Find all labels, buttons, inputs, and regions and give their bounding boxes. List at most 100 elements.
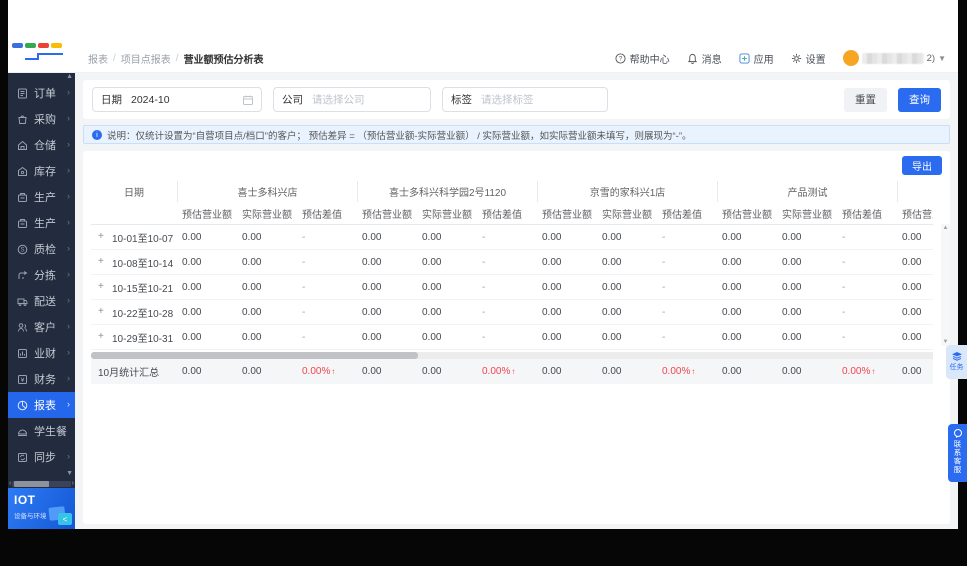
table-cell: 0.00	[542, 306, 562, 318]
iot-title: IOT	[14, 493, 36, 507]
user-menu[interactable]: 2) ▼	[842, 50, 946, 66]
table-cell: 0.00	[182, 331, 202, 343]
sidebar-item-procurement-1[interactable]: 采购 ›	[8, 106, 75, 132]
sidebar-item-sync-14[interactable]: 同步 ›	[8, 444, 75, 470]
table-cell: -	[302, 281, 306, 293]
chevron-right-icon: ›	[67, 243, 70, 253]
sub-column-header: 预估营业额	[897, 202, 933, 225]
student-meal-icon	[17, 426, 28, 437]
summary-cell: 0.00	[237, 359, 297, 384]
apps-button[interactable]: 应用	[739, 51, 774, 66]
hscroll-thumb[interactable]	[91, 351, 418, 359]
table-sub-header-row: 预估营业额 实际营业额 预估差值 预估营业额 实际营业额 预估差值 预估营业额 实际营业额 预估…	[91, 202, 933, 225]
table-cell: 0.00	[242, 256, 262, 268]
iot-banner[interactable]: IOT 设备与环境 <	[8, 488, 75, 529]
main-content: 日期 2024-10 公司 请选择公司 标签 请选择标签 重置 查询 i 说明：…	[75, 73, 958, 529]
sidebar-item-delivery-8[interactable]: 配送 ›	[8, 288, 75, 314]
table-cell: -	[662, 331, 666, 343]
table-cell: 0.00	[902, 331, 922, 343]
procurement-icon	[17, 114, 28, 125]
arrow-up-icon: ↑	[871, 367, 876, 376]
sidebar-item-production-4[interactable]: 生产 ›	[8, 184, 75, 210]
company-filter-input[interactable]: 公司 请选择公司	[273, 87, 431, 112]
order-icon	[17, 88, 28, 99]
customer-support-float-button[interactable]: 联系客服	[948, 424, 967, 482]
help-center-button[interactable]: ? 帮助中心	[615, 51, 670, 66]
breadcrumb-reports[interactable]: 报表	[88, 51, 108, 66]
sidebar-item-student-meal-13[interactable]: 学生餐	[8, 418, 75, 444]
bell-icon	[687, 53, 698, 64]
table-summary-row: 10月统计汇总 0.00 0.00 0.00% ↑ 0.00 0.00 0.00% ↑ 0.00 0…	[91, 359, 933, 384]
info-icon: i	[92, 129, 102, 140]
table-cell: -	[662, 281, 666, 293]
app-window: 报表 / 项目点报表 / 营业额预估分析表 ? 帮助中心 消息 应用 设置 2)…	[8, 0, 958, 529]
support-label: 联系客服	[953, 440, 962, 474]
search-button[interactable]: 查询	[898, 87, 941, 112]
sidebar-horizontal-scrollbar[interactable]: ‹ ›	[8, 479, 75, 488]
tasks-float-button[interactable]: 任务	[946, 345, 967, 379]
table-cell: 0.00	[422, 256, 442, 268]
expand-row-icon[interactable]: +	[98, 282, 106, 292]
scroll-right-icon[interactable]: ›	[71, 480, 75, 487]
sub-column-header: 实际营业额	[237, 202, 297, 225]
reset-button[interactable]: 重置	[844, 87, 887, 112]
table-cell: 0.00	[182, 281, 202, 293]
logo-underline	[25, 53, 63, 60]
table-horizontal-scrollbar[interactable]: ›	[91, 351, 933, 359]
filter-bar: 日期 2024-10 公司 请选择公司 标签 请选择标签 重置 查询	[83, 80, 950, 119]
chevron-right-icon: ›	[67, 139, 70, 149]
table-cell: -	[482, 231, 486, 243]
table-vertical-scrollbar[interactable]: ▲ ▼	[941, 224, 950, 346]
expand-row-icon[interactable]: +	[98, 307, 106, 317]
summary-cell: 0.00	[537, 359, 597, 384]
sidebar-item-quality-6[interactable]: S 质检 ›	[8, 236, 75, 262]
sidebar-scroll-down-icon[interactable]: ▼	[66, 470, 73, 477]
sidebar-item-customer-9[interactable]: 客户 ›	[8, 314, 75, 340]
table-cell: -	[842, 306, 846, 318]
export-button[interactable]: 导出	[902, 156, 942, 175]
table-cell: -	[482, 331, 486, 343]
sidebar-item-business-finance-10[interactable]: 业财 ›	[8, 340, 75, 366]
logo-color-bars	[10, 40, 72, 48]
sidebar-item-warehouse-2[interactable]: 仓储 ›	[8, 132, 75, 158]
chevron-right-icon: ›	[67, 347, 70, 357]
scroll-up-icon[interactable]: ▲	[943, 224, 949, 232]
summary-label: 10月统计汇总	[98, 368, 160, 379]
arrow-up-icon: ↑	[511, 367, 516, 376]
breadcrumb-project-reports[interactable]: 项目点报表	[121, 51, 171, 66]
table-cell: 0.00	[542, 331, 562, 343]
sidebar-hscroll-thumb[interactable]	[14, 480, 50, 487]
expand-row-icon[interactable]: +	[98, 232, 106, 242]
sidebar-item-report-12[interactable]: 报表 ›	[8, 392, 75, 418]
table-cell: 0.00	[242, 231, 262, 243]
sidebar-item-order-0[interactable]: 订单 ›	[8, 80, 75, 106]
chevron-right-icon: ›	[67, 373, 70, 383]
sub-column-header: 预估差值	[477, 202, 537, 225]
date-filter-input[interactable]: 日期 2024-10	[92, 87, 262, 112]
table-cell: 0.00	[242, 306, 262, 318]
settings-button[interactable]: 设置	[791, 51, 826, 66]
expand-row-icon[interactable]: +	[98, 332, 106, 342]
apps-grid-icon	[739, 52, 750, 64]
table-cell: 0.00	[242, 281, 262, 293]
date-column-header: 日期	[124, 188, 144, 199]
sub-column-header: 预估营业额	[177, 202, 237, 225]
messages-button[interactable]: 消息	[687, 51, 722, 66]
table-cell: 0.00	[782, 306, 802, 318]
table-cell: -	[662, 231, 666, 243]
table-cell: 0.00	[542, 231, 562, 243]
sidebar-item-inventory-3[interactable]: 库存 ›	[8, 158, 75, 184]
sidebar-item-sorting-7[interactable]: 分拣 ›	[8, 262, 75, 288]
sidebar-item-production-alt-5[interactable]: 生产 ›	[8, 210, 75, 236]
sidebar-item-finance-11[interactable]: ¥ 财务 ›	[8, 366, 75, 392]
sidebar: ▲ 订单 › 采购 › 仓储 › 库存 › 生产 › 生产 › S 质检 › 分拣 › 配送 › 客户 › 业财 › ¥ 财务 ›…	[8, 73, 75, 529]
sidebar-scroll-up-icon[interactable]: ▲	[66, 73, 73, 80]
date-range: 10-08至10-14	[112, 258, 174, 270]
help-icon: ?	[615, 52, 626, 64]
store-group-header-partial	[897, 181, 933, 202]
summary-cell: 0.00% ↑	[297, 359, 357, 384]
expand-row-icon[interactable]: +	[98, 257, 106, 267]
sub-column-header: 实际营业额	[777, 202, 837, 225]
chat-icon	[953, 429, 963, 438]
tag-filter-input[interactable]: 标签 请选择标签	[442, 87, 608, 112]
